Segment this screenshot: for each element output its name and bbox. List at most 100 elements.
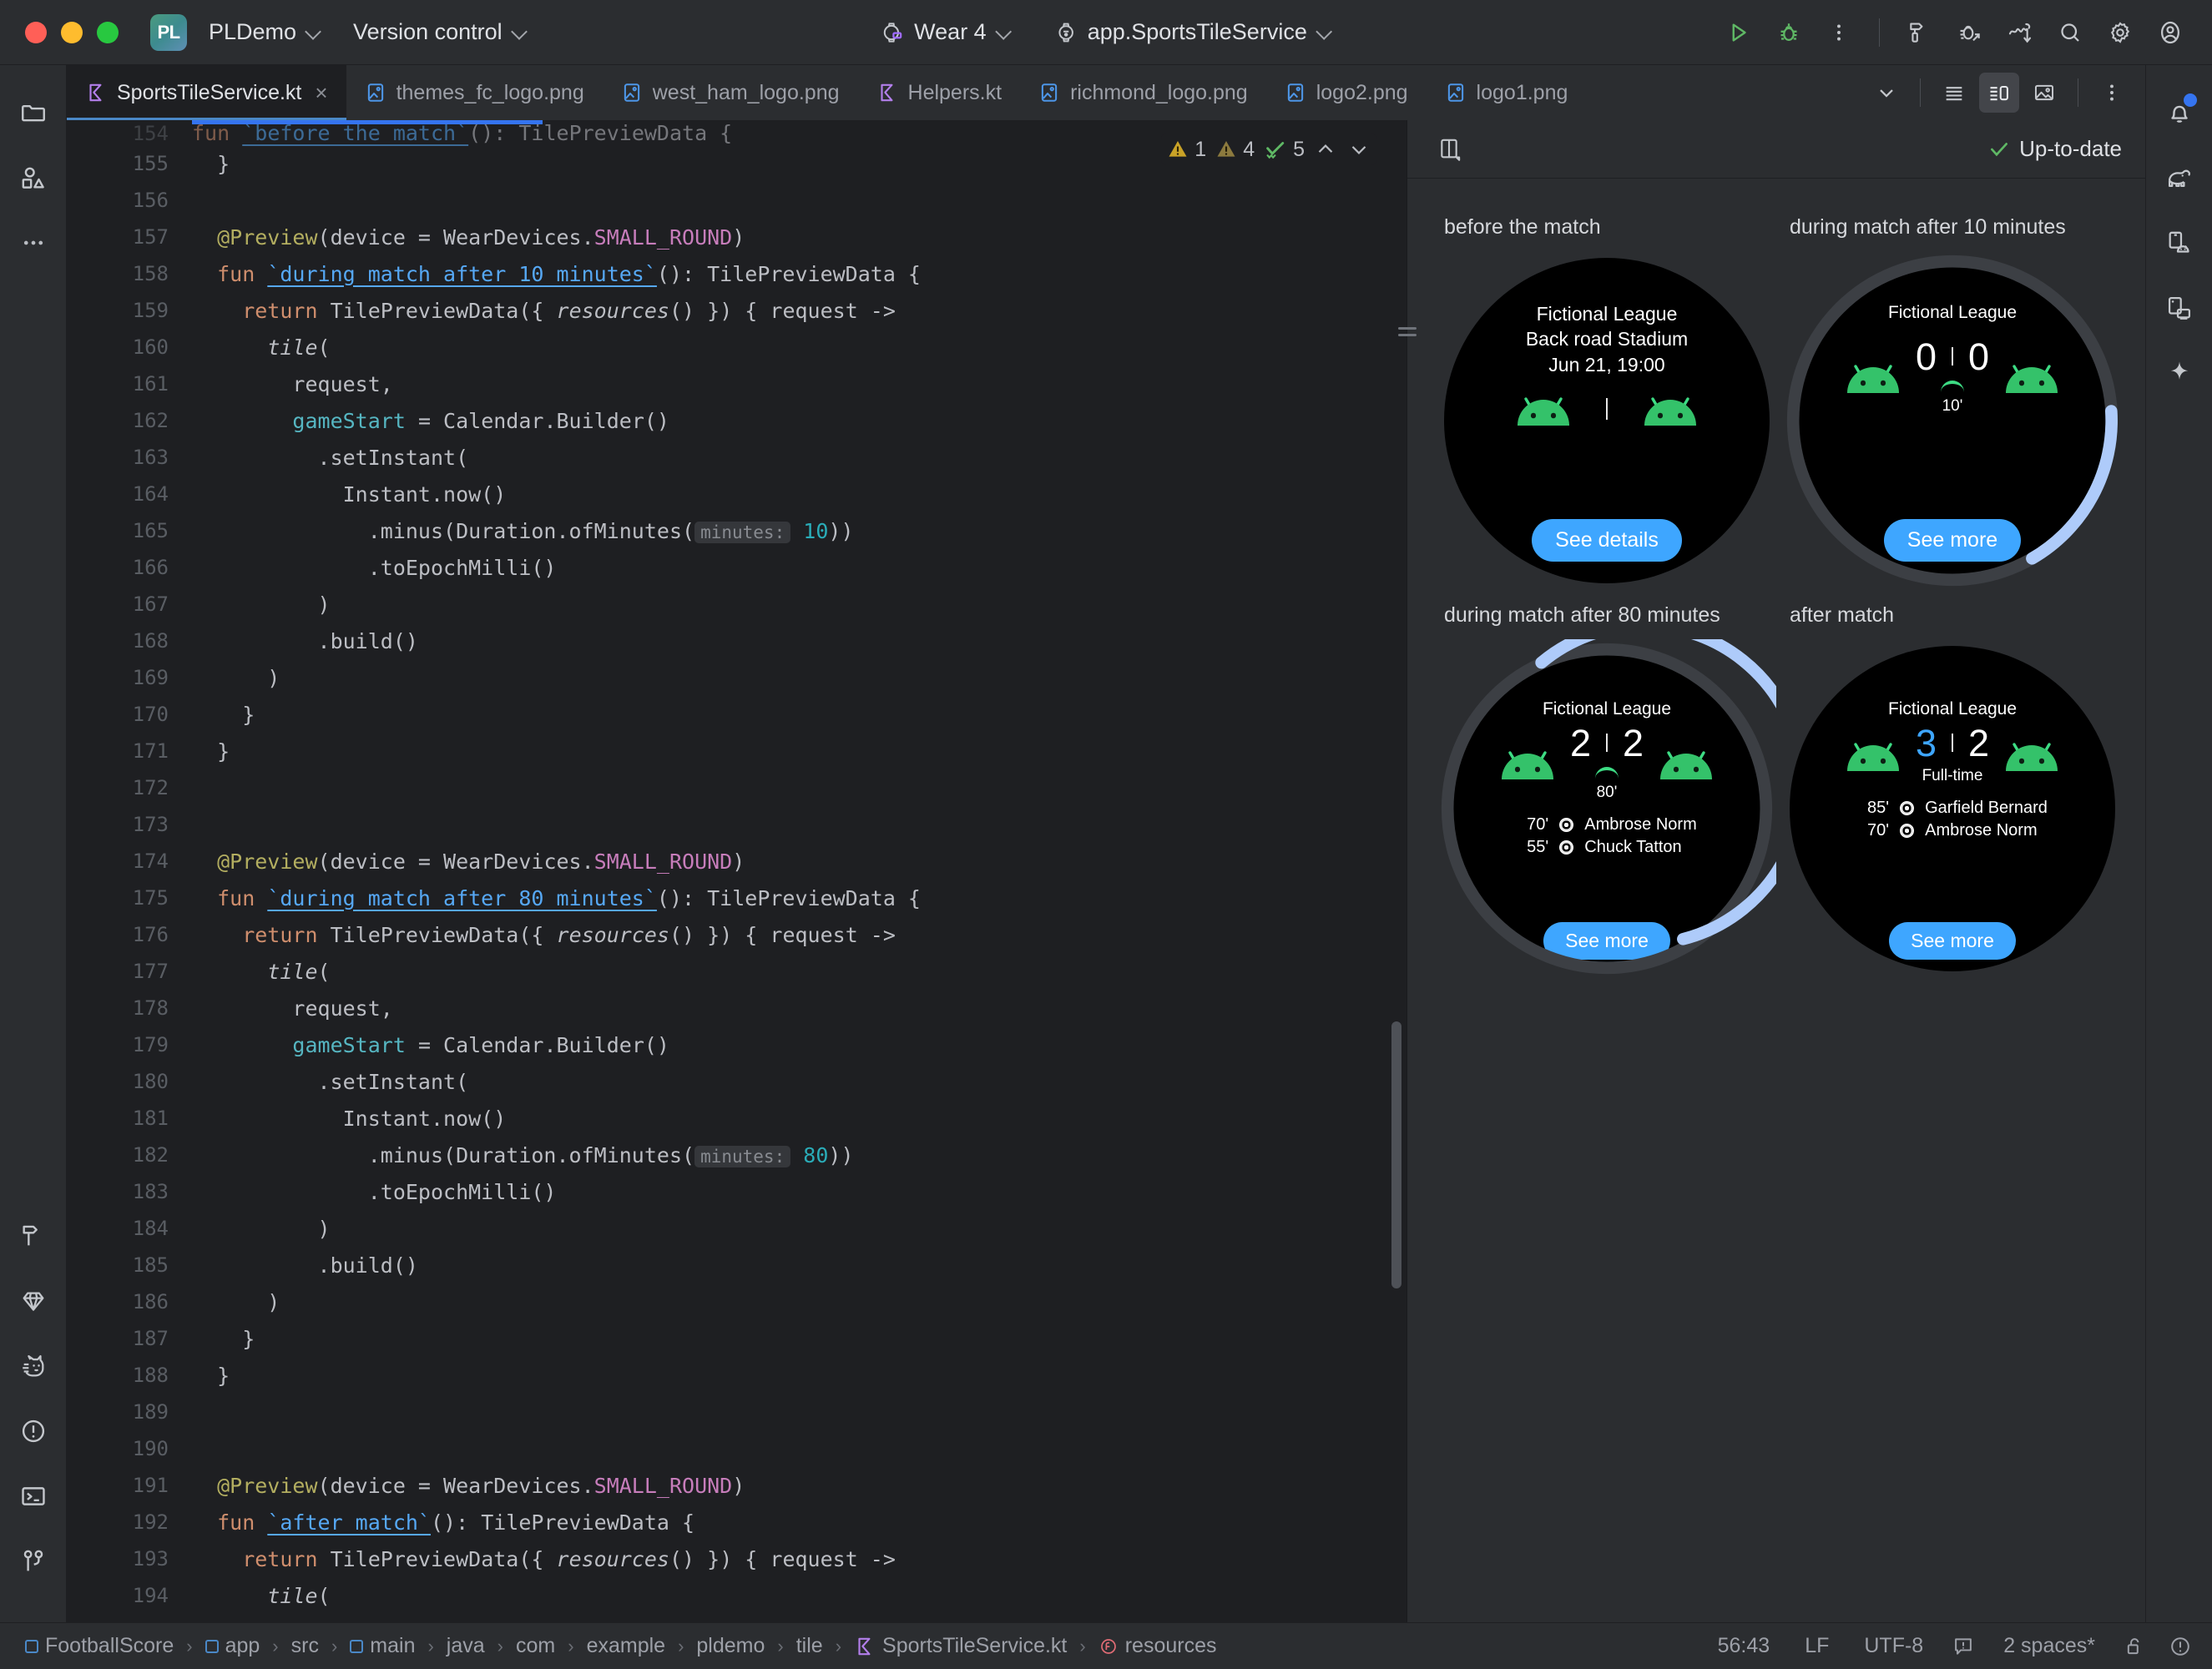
code-line[interactable]: 190: [67, 1430, 1406, 1467]
gradle-elephant-icon[interactable]: [2155, 154, 2204, 202]
watch-preview[interactable]: Fictional League Back road Stadium Jun 2…: [1444, 258, 1770, 583]
code-line[interactable]: 186 ): [67, 1283, 1406, 1320]
code-line[interactable]: 193 return TilePreviewData({ resources()…: [67, 1540, 1406, 1577]
editor-tab-themes-fc-logo-png[interactable]: themes_fc_logo.png: [346, 65, 603, 120]
cat-logcat-icon[interactable]: [9, 1342, 58, 1390]
maximize-window-button[interactable]: [97, 21, 119, 43]
code-line[interactable]: 194 tile(: [67, 1577, 1406, 1614]
code-line[interactable]: 192 fun `after match`(): TilePreviewData…: [67, 1504, 1406, 1540]
weak-warning-count[interactable]: 4: [1215, 138, 1255, 162]
see-more-button[interactable]: See details: [1532, 519, 1682, 562]
code-line[interactable]: 187 }: [67, 1320, 1406, 1357]
run-configuration-selector[interactable]: app.SportsTileService: [1043, 13, 1342, 51]
more-actions-button[interactable]: [1817, 11, 1861, 54]
code-line[interactable]: 156: [67, 182, 1406, 219]
editor-tab-logo2-png[interactable]: logo2.png: [1266, 65, 1427, 120]
code-line[interactable]: 175 fun `during match after 80 minutes`(…: [67, 880, 1406, 916]
code-line[interactable]: 184 ): [67, 1210, 1406, 1247]
close-icon[interactable]: ×: [315, 82, 327, 103]
problems-warning-icon[interactable]: [9, 1407, 58, 1455]
search-everywhere-button[interactable]: [2048, 11, 2092, 54]
version-control-dropdown[interactable]: Version control: [343, 13, 538, 51]
gem-gradle-icon[interactable]: [9, 1277, 58, 1325]
passed-check-count[interactable]: 5: [1263, 137, 1305, 162]
breadcrumb-item[interactable]: main: [345, 1631, 420, 1661]
code-line[interactable]: 163 .setInstant(: [67, 439, 1406, 476]
editor-tab-helpers-kt[interactable]: Helpers.kt: [858, 65, 1021, 120]
watch-preview[interactable]: Fictional League 2 2 80' 70' Ambrose Nor…: [1441, 639, 1776, 975]
code-line[interactable]: 185 .build(): [67, 1247, 1406, 1283]
editor-tab-logo1-png[interactable]: logo1.png: [1427, 65, 1587, 120]
file-encoding[interactable]: UTF-8: [1857, 1631, 1930, 1661]
running-devices-icon[interactable]: [2155, 284, 2204, 332]
build-button[interactable]: [1898, 11, 1942, 54]
close-window-button[interactable]: [25, 21, 47, 43]
code-line[interactable]: 159 return TilePreviewData({ resources()…: [67, 292, 1406, 329]
breadcrumb-item[interactable]: SportsTileService.kt: [849, 1631, 1072, 1661]
memory-indicator-icon[interactable]: [1952, 1635, 1975, 1658]
code-scroll-area[interactable]: 154 fun `before the match`(): TilePreview…: [67, 120, 1406, 1622]
chevron-down-icon[interactable]: [1346, 137, 1371, 162]
code-line[interactable]: 158 fun `during match after 10 minutes`(…: [67, 255, 1406, 292]
code-line[interactable]: 180 .setInstant(: [67, 1063, 1406, 1100]
code-line[interactable]: 162 gameStart = Calendar.Builder(): [67, 402, 1406, 439]
code-line[interactable]: 165 .minus(Duration.ofMinutes(minutes: 1…: [67, 512, 1406, 549]
code-line[interactable]: 172: [67, 769, 1406, 806]
project-folder-icon[interactable]: [9, 88, 58, 137]
split-view-icon[interactable]: [1979, 73, 2019, 113]
hammer-build-icon[interactable]: [9, 1212, 58, 1260]
code-line[interactable]: 168 .build(): [67, 623, 1406, 659]
image-preview-icon[interactable]: [2024, 73, 2064, 113]
code-line[interactable]: 178 request,: [67, 990, 1406, 1026]
code-line[interactable]: 157 @Preview(device = WearDevices.SMALL_…: [67, 219, 1406, 255]
caret-position[interactable]: 56:43: [1711, 1631, 1777, 1661]
breadcrumb-item[interactable]: example: [582, 1631, 671, 1661]
breadcrumb-item[interactable]: tile: [791, 1631, 828, 1661]
project-name-dropdown[interactable]: PLDemo: [199, 13, 331, 51]
code-line[interactable]: 174 @Preview(device = WearDevices.SMALL_…: [67, 843, 1406, 880]
indent-setting[interactable]: 2 spaces*: [1997, 1631, 2102, 1661]
breadcrumb-item[interactable]: pldemo: [691, 1631, 770, 1661]
code-line[interactable]: 183 .toEpochMilli(): [67, 1173, 1406, 1210]
code-line[interactable]: 171 }: [67, 733, 1406, 769]
more-vertical-icon[interactable]: [2092, 73, 2132, 113]
git-branch-icon[interactable]: [9, 1537, 58, 1586]
device-selector[interactable]: Wear 4: [870, 13, 1022, 51]
code-line[interactable]: 191 @Preview(device = WearDevices.SMALL_…: [67, 1467, 1406, 1504]
unlocked-icon[interactable]: [2124, 1635, 2147, 1658]
debug-button[interactable]: [1767, 11, 1811, 54]
minimize-window-button[interactable]: [61, 21, 83, 43]
code-line[interactable]: 188 }: [67, 1357, 1406, 1394]
gemini-sparkle-icon[interactable]: [2155, 349, 2204, 397]
profiler-button[interactable]: [1998, 11, 2042, 54]
device-manager-icon[interactable]: [2155, 219, 2204, 267]
editor-preview-splitter[interactable]: [1398, 320, 1417, 342]
code-line[interactable]: 179 gameStart = Calendar.Builder(): [67, 1026, 1406, 1063]
code-line[interactable]: 161 request,: [67, 366, 1406, 402]
code-line[interactable]: 177 tile(: [67, 953, 1406, 990]
inspection-widget[interactable]: 1 4 5: [1161, 134, 1376, 165]
breadcrumb-item[interactable]: com: [511, 1631, 560, 1661]
debug-attach-button[interactable]: [1948, 11, 1992, 54]
breadcrumb-item[interactable]: src: [286, 1631, 324, 1661]
breadcrumb-item[interactable]: FootballScore: [20, 1631, 179, 1661]
notifications-bell-icon[interactable]: [2155, 88, 2204, 137]
code-line[interactable]: 182 .minus(Duration.ofMinutes(minutes: 8…: [67, 1137, 1406, 1173]
code-line[interactable]: 189: [67, 1394, 1406, 1430]
code-line[interactable]: 166 .toEpochMilli(): [67, 549, 1406, 586]
breadcrumb-item[interactable]: java: [442, 1631, 490, 1661]
shapes-resource-icon[interactable]: [9, 154, 58, 202]
code-line[interactable]: 169 ): [67, 659, 1406, 696]
account-avatar-icon[interactable]: [2149, 11, 2192, 54]
code-line[interactable]: 160 tile(: [67, 329, 1406, 366]
chevron-down-icon[interactable]: [1866, 73, 1906, 113]
breadcrumb-item[interactable]: resources: [1093, 1631, 1222, 1661]
preview-status[interactable]: Up-to-date: [1987, 136, 2122, 162]
see-more-button[interactable]: See more: [1889, 922, 2016, 960]
editor-tab-richmond-logo-png[interactable]: richmond_logo.png: [1020, 65, 1266, 120]
line-separator[interactable]: LF: [1798, 1631, 1836, 1661]
code-line[interactable]: 164 Instant.now(): [67, 476, 1406, 512]
code-line[interactable]: 173: [67, 806, 1406, 843]
more-horizontal-icon[interactable]: [9, 219, 58, 267]
run-button[interactable]: [1717, 11, 1760, 54]
